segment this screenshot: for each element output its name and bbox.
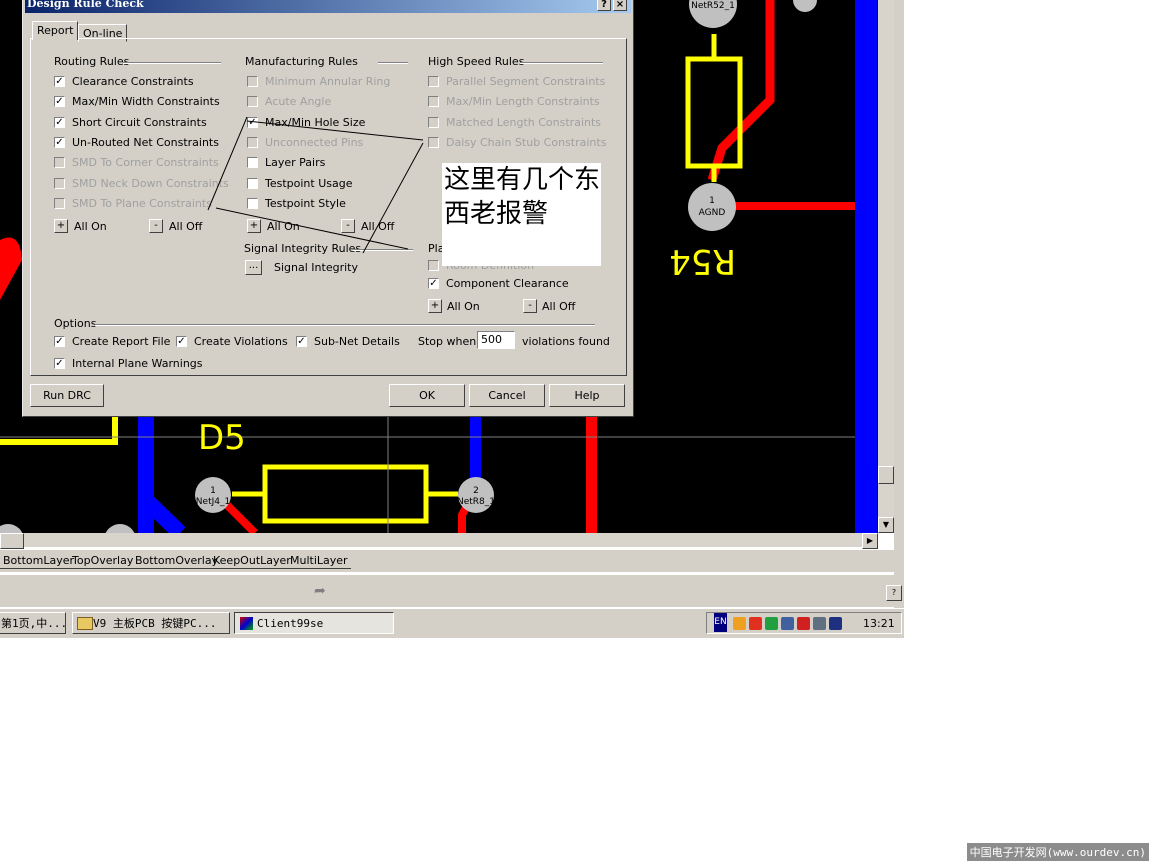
qq-icon[interactable]	[749, 617, 762, 630]
clock: 13:21	[863, 617, 895, 630]
help-icon[interactable]: ?	[886, 585, 902, 601]
scroll-thumb[interactable]	[0, 533, 24, 549]
scroll-right-button[interactable]: ▶	[862, 533, 878, 549]
layer-tab-bottomoverlay[interactable]: BottomOverlay	[132, 554, 222, 569]
vertical-scrollbar[interactable]: ▼	[878, 0, 894, 533]
taskbar-button-label: Client99se	[257, 617, 324, 630]
shield-icon[interactable]	[765, 617, 778, 630]
scroll-thumb[interactable]	[878, 466, 894, 484]
blue-trace-right	[855, 0, 877, 533]
annotation-note: 这里有几个东西老报警	[442, 163, 601, 266]
red-trace	[224, 502, 258, 533]
blue-trace	[470, 410, 481, 485]
scroll-down-button[interactable]: ▼	[878, 517, 894, 533]
taskbar-button-client99se[interactable]: Client99se	[234, 612, 394, 634]
layer-tab-bar: BottomLayer TopOverlay BottomOverlay Kee…	[0, 550, 894, 572]
pad-net-label: NetR52_1	[691, 1, 735, 11]
app-icon	[240, 617, 253, 630]
taskbar: 第1页,中... V9 主板PCB 按键PC... Client99se EN …	[0, 608, 904, 638]
layer-tab-bottomlayer[interactable]: BottomLayer	[0, 554, 78, 569]
window-frame	[894, 0, 904, 637]
horizontal-scrollbar[interactable]: ▶	[0, 533, 878, 549]
taskbar-button-folder[interactable]: V9 主板PCB 按键PC...	[72, 612, 230, 634]
qq-icon[interactable]	[733, 617, 746, 630]
pad-number-label: 1	[210, 486, 216, 496]
designator-d5: D5	[198, 418, 246, 458]
tab-report[interactable]: Report	[32, 21, 79, 40]
volume-icon[interactable]	[813, 617, 826, 630]
network-icon[interactable]	[781, 617, 794, 630]
red-trace	[734, 202, 855, 210]
taskbar-button-label: V9 主板PCB 按键PC...	[93, 617, 217, 630]
pad[interactable]	[688, 183, 736, 231]
resistor-outline	[262, 464, 429, 524]
taskbar-button[interactable]: 第1页,中...	[0, 612, 66, 634]
tray-icon[interactable]	[829, 617, 842, 630]
arrow-icon: ➦	[314, 583, 326, 599]
pad-number-label: 2	[473, 486, 479, 496]
system-tray: 13:21	[706, 612, 902, 634]
layer-tab-multilayer[interactable]: MultiLayer	[287, 554, 351, 569]
resistor-outline	[685, 56, 743, 169]
pad-number-label: 1	[709, 196, 715, 206]
annotation-text: 这里有几个东西老报警	[444, 165, 601, 229]
pad[interactable]	[793, 0, 817, 12]
pad-net-label: NetJ4_1	[196, 497, 230, 507]
watermark: 中国电子开发网(www.ourdev.cn)	[966, 843, 1149, 861]
pad-net-label: AGND	[699, 208, 726, 218]
designator-r54: R54	[669, 241, 736, 281]
antivirus-icon[interactable]	[797, 617, 810, 630]
layer-tab-topoverlay[interactable]: TopOverlay	[69, 554, 137, 569]
status-bar: ➦ ?	[0, 575, 902, 607]
red-trace	[586, 410, 597, 533]
folder-icon	[77, 617, 93, 630]
layer-tab-keepoutlayer[interactable]: KeepOutLayer	[210, 554, 294, 569]
pad-net-label: NetR8_1	[457, 497, 495, 507]
